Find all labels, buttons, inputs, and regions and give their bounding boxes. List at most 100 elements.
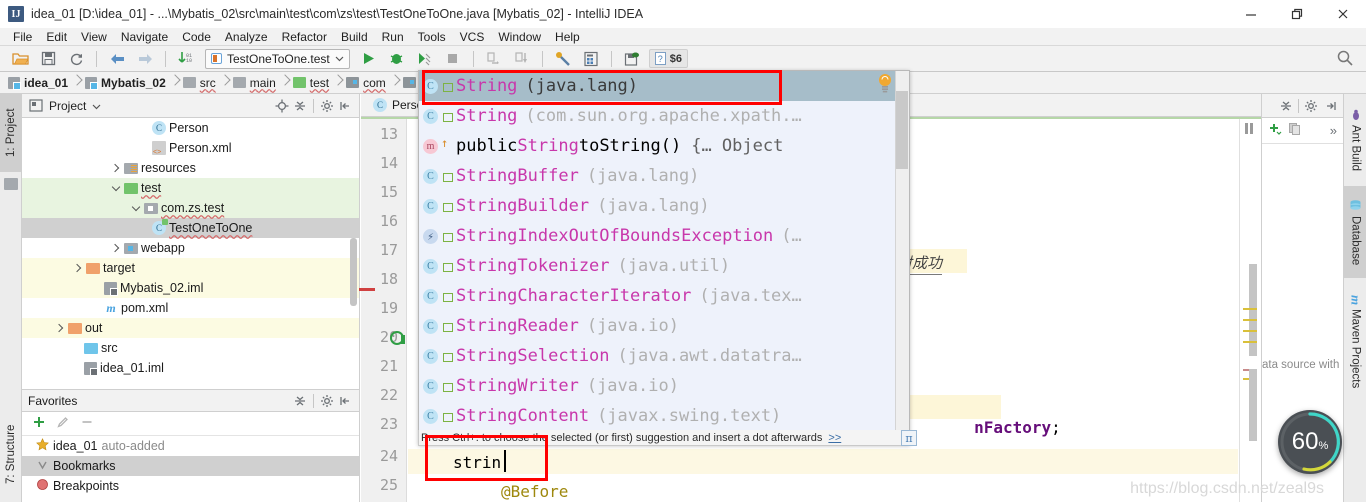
project-tree[interactable]: C Person Person.xml resources test com.z… [22,118,359,388]
project-tree-scrollbar[interactable] [350,238,357,306]
autocomplete-popup[interactable]: C String (java.lang) C String (com.sun.o… [418,70,910,445]
chevron-right-icon[interactable] [52,318,68,338]
hide-icon[interactable] [1323,98,1339,114]
minimize-icon[interactable] [1228,0,1274,28]
autocomplete-item-0[interactable]: C String (java.lang) [419,71,909,101]
maximize-icon[interactable] [1274,0,1320,28]
chevron-down-icon[interactable] [92,99,101,113]
autocomplete-scrollbar-thumb[interactable] [896,91,908,169]
warning-stripe[interactable] [1243,341,1257,343]
menu-run[interactable]: Run [375,29,411,45]
add-icon[interactable] [1268,122,1282,139]
open-project-icon[interactable] [9,48,31,70]
edit-icon[interactable] [56,415,70,432]
intention-bulb-icon[interactable] [877,73,893,93]
menu-refactor[interactable]: Refactor [275,29,334,45]
autocomplete-item-1[interactable]: C String (com.sun.org.apache.xpath.… [419,101,909,131]
collapse-all-icon[interactable] [292,98,308,114]
tree-item-mybatis-iml[interactable]: Mybatis_02.iml [22,278,359,298]
tree-item-idea-iml[interactable]: idea_01.iml [22,358,359,378]
project-structure-icon[interactable] [580,48,602,70]
run-configuration-selector[interactable]: TestOneToOne.test [205,48,350,69]
breadcrumb-item-0[interactable]: idea_01 [8,72,71,94]
tree-item-target[interactable]: target [22,258,359,278]
autocomplete-item-2[interactable]: m public String toString() {… Object [419,131,909,161]
autocomplete-item-9[interactable]: C StringSelection (java.awt.datatra… [419,341,909,371]
tree-item-person[interactable]: C Person [22,118,359,138]
autocomplete-hint-link[interactable]: >> [828,432,841,444]
settings-wrench-icon[interactable] [552,48,574,70]
chevron-right-icon[interactable] [108,158,124,178]
editor-error-stripe[interactable] [1239,119,1261,502]
copy-icon[interactable] [1288,122,1302,139]
favorites-item-bookmarks[interactable]: Bookmarks [22,456,359,476]
menu-tools[interactable]: Tools [411,29,453,45]
tree-item-com-zs-test[interactable]: com.zs.test [22,198,359,218]
autocomplete-item-8[interactable]: C StringReader (java.io) [419,311,909,341]
menu-build[interactable]: Build [334,29,375,45]
tree-item-test[interactable]: test [22,178,359,198]
locate-icon[interactable] [274,98,290,114]
breadcrumb-item-1[interactable]: Mybatis_02 [85,72,169,94]
menu-help[interactable]: Help [548,29,587,45]
gear-icon[interactable] [319,393,335,409]
breadcrumb-item-5[interactable]: com [346,72,389,94]
more-icon[interactable]: » [1330,123,1337,138]
tree-item-person-xml[interactable]: Person.xml [22,138,359,158]
autocomplete-item-10[interactable]: C StringWriter (java.io) [419,371,909,401]
update-project-icon[interactable]: 01 10 [175,48,197,70]
autocomplete-item-5[interactable]: ⚡ StringIndexOutOfBoundsException (… [419,221,909,251]
chevron-right-icon[interactable] [70,258,86,278]
autocomplete-item-6[interactable]: C StringTokenizer (java.util) [419,251,909,281]
chevron-down-icon[interactable] [128,198,144,218]
stop-icon[interactable] [442,48,464,70]
step-over-icon[interactable] [483,48,505,70]
run-with-coverage-icon[interactable] [414,48,436,70]
help-badge[interactable]: ? $6 [648,49,688,68]
editor-gutter[interactable]: 13 14 15 16 17 18 19 20 21 22 23 24 25 [359,119,407,502]
sidebar-item-database[interactable]: Database [1344,186,1366,278]
warning-stripe[interactable] [1243,319,1257,321]
sync-icon[interactable] [65,48,87,70]
tree-item-webapp[interactable]: webapp [22,238,359,258]
gear-icon[interactable] [319,98,335,114]
run-icon[interactable] [358,48,380,70]
warning-stripe[interactable] [1243,308,1257,310]
autocomplete-item-4[interactable]: C StringBuilder (java.lang) [419,191,909,221]
menu-window[interactable]: Window [491,29,548,45]
tree-item-out[interactable]: out [22,318,359,338]
tree-item-testonetoone[interactable]: C TestOneToOne [22,218,359,238]
sidebar-item-structure[interactable]: 7: Structure [0,406,22,502]
chevron-down-icon[interactable] [108,178,124,198]
breadcrumb-item-2[interactable]: src [182,72,219,94]
breadcrumb-item-3[interactable]: main [232,72,279,94]
hide-icon[interactable] [337,393,353,409]
debug-icon[interactable] [386,48,408,70]
add-icon[interactable] [32,415,46,432]
sidebar-item-maven-projects[interactable]: m Maven Projects [1344,278,1366,406]
breadcrumb-item-4[interactable]: test [292,72,332,94]
menu-navigate[interactable]: Navigate [114,29,175,45]
menu-analyze[interactable]: Analyze [218,29,275,45]
close-icon[interactable] [1320,0,1366,28]
run-test-gutter-icon[interactable] [390,331,405,345]
menu-vcs[interactable]: VCS [453,29,492,45]
autocomplete-item-3[interactable]: C StringBuffer (java.lang) [419,161,909,191]
autocomplete-item-11[interactable]: C StringContent (javax.swing.text) [419,401,909,431]
autocomplete-scrollbar[interactable] [895,71,909,444]
sidebar-item-project[interactable]: 1: Project [0,94,22,172]
pi-badge-icon[interactable]: π [901,430,917,446]
menu-view[interactable]: View [74,29,114,45]
warning-stripe[interactable] [1243,330,1257,332]
menu-file[interactable]: File [6,29,39,45]
collapse-all-icon[interactable] [1278,98,1294,114]
back-icon[interactable] [106,48,128,70]
menu-edit[interactable]: Edit [39,29,74,45]
sidebar-item-ant-build[interactable]: Ant Build [1344,94,1366,186]
favorites-item-idea01[interactable]: idea_01 auto-added [22,436,359,456]
chevron-right-icon[interactable] [108,238,124,258]
tree-item-resources[interactable]: resources [22,158,359,178]
editor-scrollbar-thumb-2[interactable] [1249,369,1257,441]
autocomplete-item-7[interactable]: C StringCharacterIterator (java.tex… [419,281,909,311]
save-db-icon[interactable] [621,48,643,70]
